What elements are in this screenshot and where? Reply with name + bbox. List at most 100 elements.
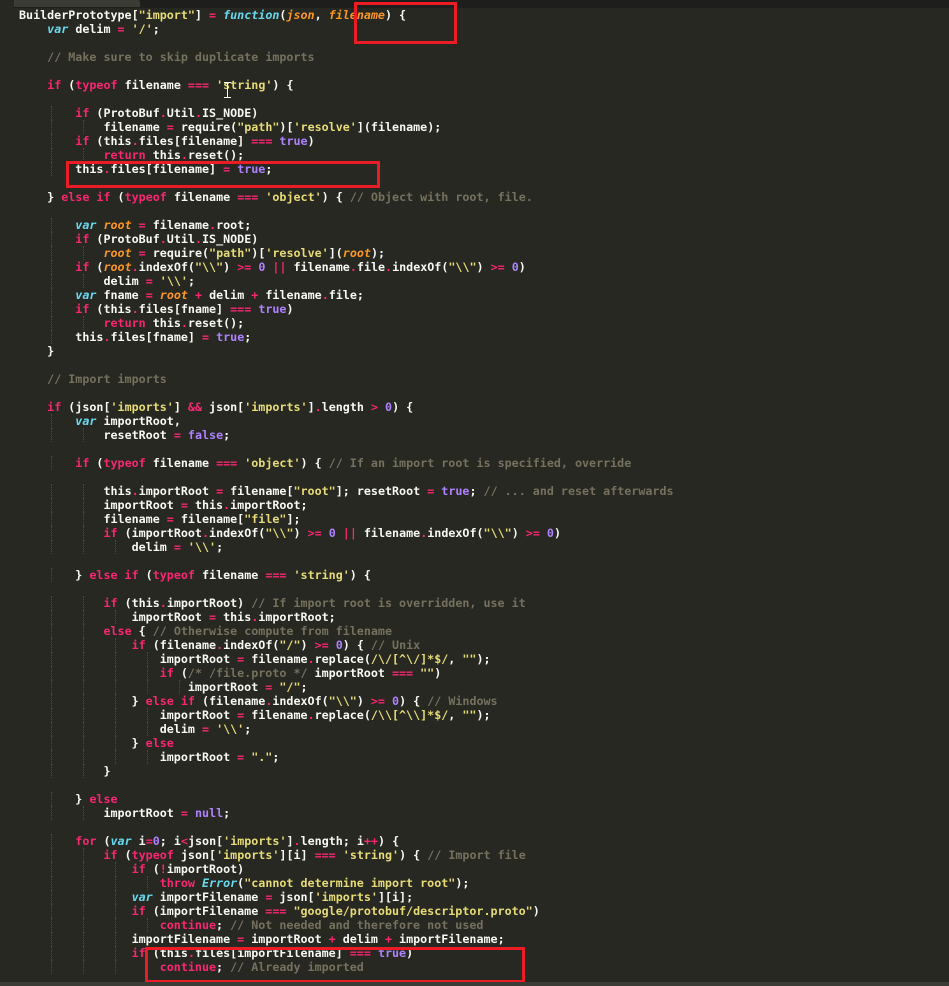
code-token: /* /file.proto */ (187, 666, 308, 680)
code-token: if (103, 596, 118, 610)
code-token: importRoot (159, 750, 238, 764)
indent-guide (51, 330, 52, 344)
code-token: indexOf( (223, 638, 280, 652)
code-token: ( (89, 456, 104, 470)
code-line: BuilderPrototype["import"] = function(js… (19, 8, 674, 22)
code-token: root (103, 218, 132, 232)
code-token: importFilename (131, 932, 238, 946)
indent-guide (115, 918, 116, 932)
code-token: require( (173, 120, 238, 134)
code-token: "\\" (194, 260, 224, 274)
indent-guide (115, 904, 116, 918)
code-token: root (103, 246, 132, 260)
code-line: this.importRoot = filename["root"]; rese… (19, 484, 674, 498)
code-token: if (75, 302, 90, 316)
code-token: // ... and reset afterwards (483, 484, 674, 498)
code-token: "" (462, 708, 477, 722)
code-line: if (root.indexOf("\\") >= 0 || filename.… (19, 260, 674, 274)
code-line: var delim = '/'; (19, 22, 674, 36)
code-token: filename[ (173, 512, 245, 526)
code-token: 'imports' (223, 834, 287, 848)
code-line: delim = '\\'; (19, 722, 674, 736)
code-token: "root" (293, 484, 336, 498)
code-token: delim (131, 540, 174, 554)
indent-guide (51, 316, 52, 330)
code-token: ) (293, 526, 308, 540)
code-token: ][i] (279, 848, 315, 862)
code-token: . (321, 288, 329, 302)
code-token: (filename (145, 638, 217, 652)
code-token: filename (258, 288, 322, 302)
code-token: // Not needed and therefore not used (230, 918, 484, 932)
code-token: json[ (272, 890, 315, 904)
indent-guide (115, 680, 116, 694)
indent-guide (51, 512, 52, 526)
code-token: '\\' (187, 540, 217, 554)
code-token: '/' (131, 22, 153, 36)
indent-guide (51, 498, 52, 512)
code-token: . (307, 652, 315, 666)
code-token: 'imports' (244, 400, 308, 414)
code-line: var fname = root + delim + filename.file… (19, 288, 674, 302)
code-token: ) { (272, 78, 294, 92)
code-token: === (349, 946, 371, 960)
file-tab[interactable] (0, 0, 140, 7)
indent-guide (83, 918, 84, 932)
code-token: ; (244, 722, 252, 736)
code-token: filename (145, 218, 210, 232)
code-line: if (importRoot.indexOf("\\") >= 0 || fil… (19, 526, 674, 540)
code-token: replace( (314, 652, 371, 666)
code-editor[interactable]: BuilderPrototype["import"] = function(js… (0, 0, 949, 986)
code-line: if (/* /file.proto */ importRoot === "") (19, 666, 674, 680)
code-token: var (110, 834, 132, 848)
code-token: importRoot) (166, 862, 245, 876)
indent-guide (115, 694, 116, 708)
code-token: root (159, 288, 188, 302)
indent-guide (51, 876, 52, 890)
code-token: importRoot (159, 708, 238, 722)
code-token: var (47, 22, 69, 36)
code-line: importRoot = this.importRoot; (19, 610, 674, 624)
code-token: >= (490, 260, 505, 274)
code-token: . (103, 330, 111, 344)
code-area[interactable]: BuilderPrototype["import"] = function(js… (19, 8, 674, 974)
indent-guide (115, 890, 116, 904)
code-line: root = require("path")['resolve'](root); (19, 246, 674, 260)
code-token: json[ (202, 400, 245, 414)
code-token: indexOf( (427, 526, 484, 540)
code-line: if (this.importRoot) // If import root i… (19, 596, 674, 610)
indent-guide (51, 834, 52, 848)
indent-guide (83, 666, 84, 680)
code-token: = (180, 806, 188, 820)
code-token: continue (159, 960, 217, 974)
code-token: delim (159, 722, 202, 736)
indent-guide (51, 946, 52, 960)
indent-guide (115, 736, 116, 750)
code-line: // Make sure to skip duplicate imports (19, 50, 674, 64)
indent-guide (147, 680, 148, 694)
indent-guide (51, 414, 52, 428)
code-token: if (75, 106, 90, 120)
code-token: delim (202, 288, 252, 302)
code-token: importRoot (103, 806, 181, 820)
indent-guide (115, 708, 116, 722)
indent-guide (51, 484, 52, 498)
code-token: this (75, 330, 104, 344)
indent-guide (51, 610, 52, 624)
indent-guide (115, 638, 116, 652)
indent-guide (51, 722, 52, 736)
code-line: if (this.files[filename] === true) (19, 134, 674, 148)
